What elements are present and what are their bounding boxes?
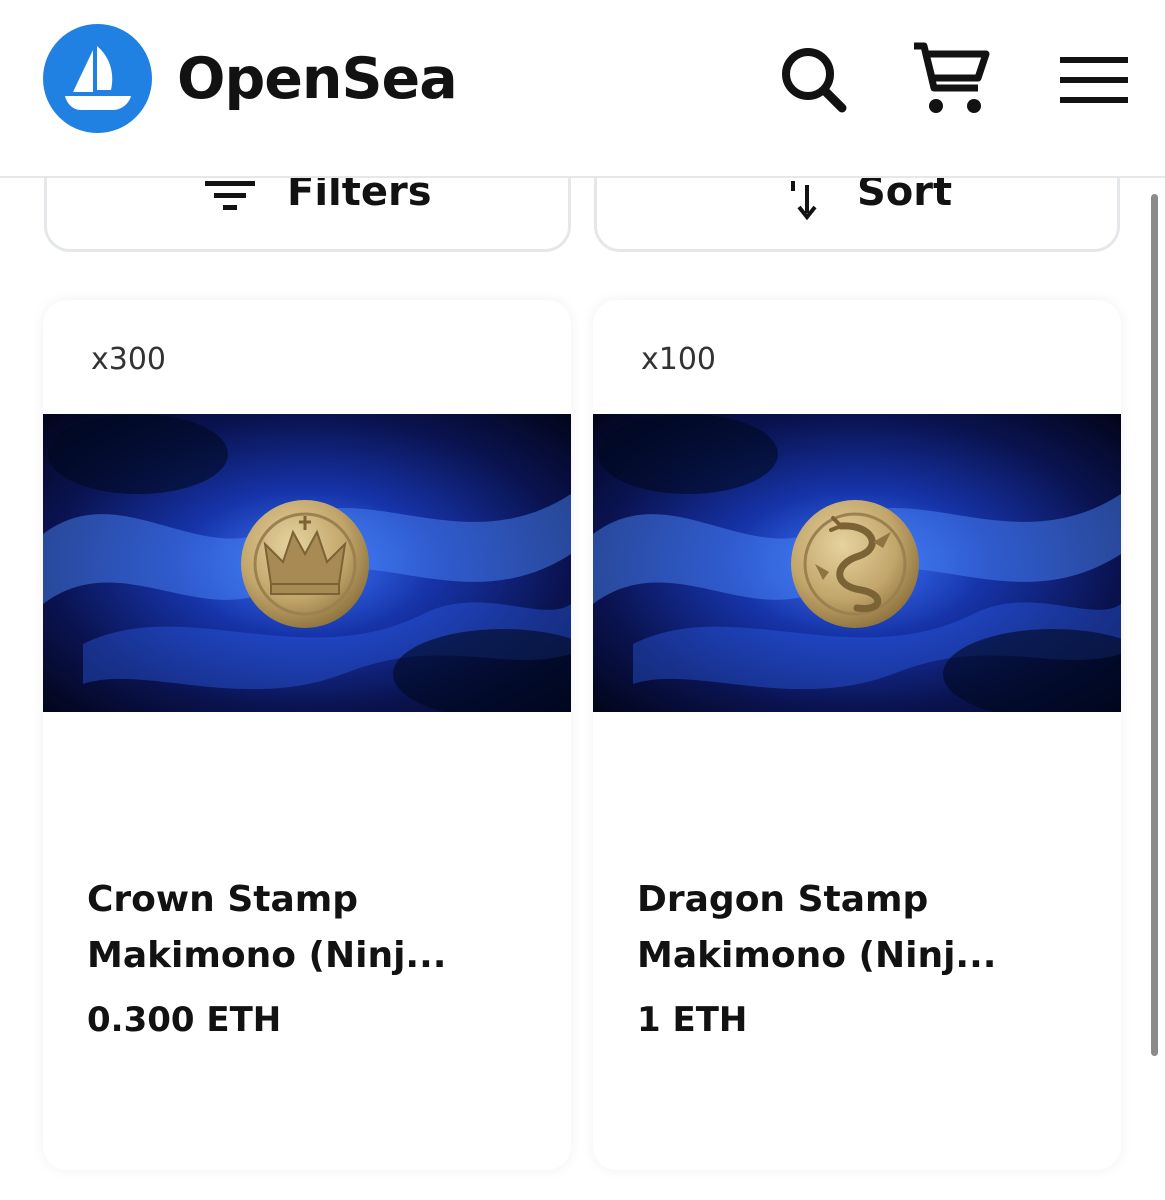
- item-title-line: Dragon Stamp: [637, 879, 929, 920]
- nft-image: [593, 414, 1121, 712]
- quantity-badge: x300: [91, 342, 167, 377]
- top-bar: OpenSea: [0, 0, 1165, 178]
- item-price: 1 ETH: [637, 1000, 748, 1040]
- item-title-line: Makimono (Ninj...: [87, 935, 447, 976]
- item-title-line: Makimono (Ninj...: [637, 935, 997, 976]
- opensea-logo-icon[interactable]: [43, 24, 152, 133]
- nft-card[interactable]: x300 Crown Stamp Makimono (Ninj... 0.300…: [43, 300, 571, 1170]
- item-price: 0.300 ETH: [87, 1000, 282, 1040]
- search-icon[interactable]: [776, 40, 856, 120]
- quantity-badge: x100: [641, 342, 717, 377]
- sort-arrows-icon: [791, 181, 817, 221]
- filter-icon: [205, 181, 255, 210]
- item-title[interactable]: Dragon Stamp Makimono (Ninj...: [637, 872, 1057, 984]
- item-title[interactable]: Crown Stamp Makimono (Ninj...: [87, 872, 507, 984]
- brand-name[interactable]: OpenSea: [177, 46, 458, 112]
- item-title-line: Crown Stamp: [87, 879, 359, 920]
- cart-icon[interactable]: [912, 40, 992, 120]
- menu-icon[interactable]: [1058, 40, 1138, 120]
- nft-image: [43, 414, 571, 712]
- scrollbar[interactable]: [1151, 194, 1158, 1056]
- nft-card[interactable]: x100 Dragon Stamp Makimono (Ninj... 1 ET…: [593, 300, 1121, 1170]
